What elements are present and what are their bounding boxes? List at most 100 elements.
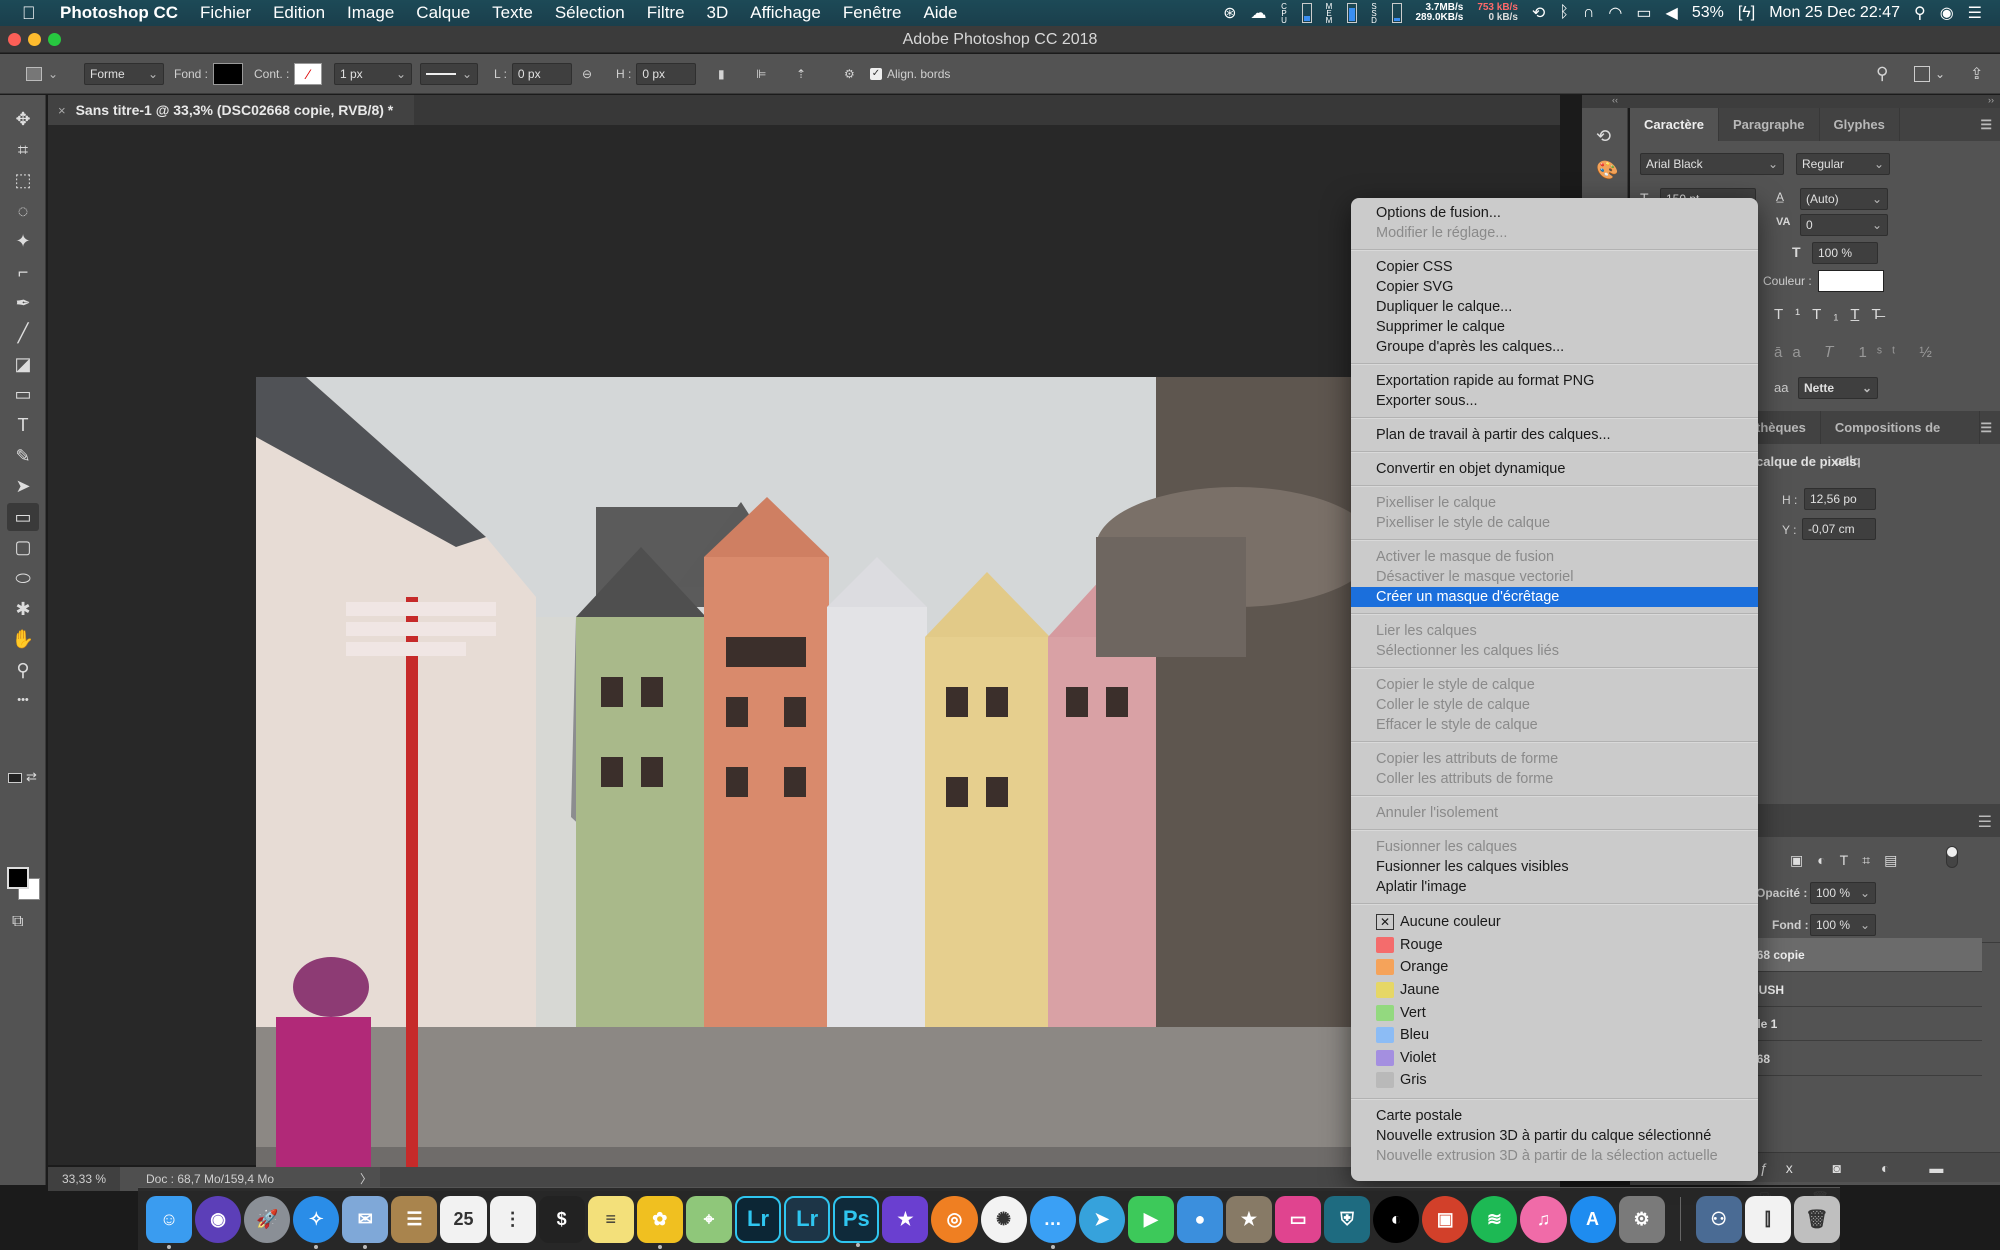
menu-item[interactable]: Dupliquer le calque... [1351,297,1758,317]
dock-pastebot-icon[interactable]: ◎ [931,1195,978,1243]
menu-calque[interactable]: Calque [416,3,470,23]
dock-dashlane-icon[interactable]: ⛨ [1324,1195,1371,1243]
path-selection-tool-icon[interactable]: ➤ [7,472,39,500]
menu-item-color-vert[interactable]: Vert [1351,1001,1758,1024]
close-document-icon[interactable]: × [58,103,66,118]
opacity-input[interactable]: 100 % [1810,882,1876,904]
artboard-tool-icon[interactable]: ⌗ [7,136,39,164]
eraser-tool-icon[interactable]: ◪ [7,350,39,378]
y-field[interactable]: -0,07 cm [1802,518,1876,540]
text-style-buttons[interactable]: T¹T₁T̲T̶ [1774,306,1893,323]
stroke-type-select[interactable] [420,63,478,85]
collapse-panels-icon[interactable]: ‹‹ [1612,95,1618,105]
menu-edition[interactable]: Edition [273,3,325,23]
dock-finder-icon[interactable]: ☺ [146,1195,193,1249]
zoom-window-button[interactable] [48,33,61,46]
default-colors-icon[interactable] [8,773,22,783]
vpn-icon[interactable]: ∩ [1583,4,1595,22]
menu-3d[interactable]: 3D [707,3,729,23]
menu-item[interactable]: Supprimer le calque [1351,317,1758,337]
apple-menu-icon[interactable]:  [22,3,44,24]
airplay-icon[interactable]: ▭ [1636,3,1651,23]
notification-center-icon[interactable]: ☰ [1968,3,1982,23]
menu-item[interactable]: Créer un masque d'écrêtage [1351,587,1758,607]
menu-item[interactable]: Copier SVG [1351,277,1758,297]
ellipse-tool-icon[interactable]: ⬭ [7,564,39,592]
gradient-tool-icon[interactable]: ▭ [7,380,39,408]
search-icon[interactable]: ⚲ [1876,62,1888,86]
menu-item-color-jaune[interactable]: Jaune [1351,979,1758,1002]
canvas-area[interactable] [48,125,1560,1170]
time-machine-icon[interactable]: ⟲ [1532,3,1545,23]
menu-item-color-bleu[interactable]: Bleu [1351,1024,1758,1047]
tracking-input[interactable]: 0 [1800,214,1888,236]
dock-downloads-stack-icon[interactable]: ⫿ [1744,1195,1791,1243]
text-color-swatch[interactable] [1818,270,1884,292]
ssd-meter[interactable] [1391,3,1402,23]
dock-maps-icon[interactable]: ⌖ [685,1195,732,1243]
tab-glyphes[interactable]: Glyphes [1820,108,1900,141]
panel-menu-icon[interactable]: ☰ [1980,108,2000,141]
align-edges-checkbox[interactable]: ✓ [870,68,882,80]
menu-fenetre[interactable]: Fenêtre [843,3,902,23]
spotlight-icon[interactable]: ⚲ [1914,3,1926,23]
dock-messages-icon[interactable]: … [1029,1195,1076,1249]
menu-aide[interactable]: Aide [923,3,957,23]
menu-item[interactable]: Copier CSS [1351,257,1758,277]
dock-contacts-icon[interactable]: ☰ [391,1195,438,1243]
height-field[interactable]: 12,56 po [1804,488,1876,510]
workspace-switcher[interactable]: ⌄ [1914,62,1945,86]
tab-compositions[interactable]: Compositions de calq [1821,411,1981,468]
battery-icon[interactable]: [ϟ] [1738,4,1755,22]
menu-texte[interactable]: Texte [492,3,533,23]
menu-item[interactable]: Groupe d'après les calques... [1351,337,1758,357]
menu-affichage[interactable]: Affichage [750,3,821,23]
wifi-icon[interactable]: ◠ [1608,3,1622,23]
lasso-tool-icon[interactable]: ◌ [7,197,39,225]
height-input[interactable]: 0 px [636,63,697,85]
type-tool-icon[interactable]: T [7,411,39,439]
path-arrangement-icon[interactable]: ⇡ [796,67,806,81]
menu-item[interactable]: Exporter sous... [1351,391,1758,411]
menu-item[interactable]: Fusionner les calques visibles [1351,857,1758,877]
menu-item[interactable]: Nouvelle extrusion 3D à partir du calque… [1351,1126,1758,1146]
dock-unknown-icon[interactable]: ◐ [1373,1195,1420,1243]
screen-mode-icon[interactable]: ⧉ [12,913,23,931]
swap-colors-icon[interactable]: ⇄ [26,769,37,785]
dock-terminal-icon[interactable]: $ [538,1195,585,1243]
menu-item-color-rouge[interactable]: Rouge [1351,934,1758,957]
history-icon[interactable]: ⟲ [1596,126,1611,147]
mem-meter[interactable] [1346,3,1357,23]
menu-image[interactable]: Image [347,3,394,23]
fill-color-swatch[interactable] [213,63,244,85]
horizontal-scale-input[interactable]: 100 % [1812,242,1878,264]
menu-item[interactable]: Convertir en objet dynamique [1351,459,1758,479]
tab-paragraphe[interactable]: Paragraphe [1719,108,1820,141]
dock-imovie-icon[interactable]: ★ [882,1195,929,1243]
path-operations-icon[interactable]: ▮ [718,67,725,81]
dock-cleanmymac-icon[interactable]: ▭ [1275,1195,1322,1243]
menu-fichier[interactable]: Fichier [200,3,251,23]
rectangle-tool-icon[interactable]: ▭ [7,502,39,531]
rounded-rectangle-tool-icon[interactable]: ▢ [7,533,39,561]
marquee-tool-icon[interactable]: ⬚ [7,166,39,194]
more-tools-icon[interactable]: ••• [7,686,39,714]
clock[interactable]: Mon 25 Dec 22:47 [1769,4,1900,22]
font-style-select[interactable]: Regular [1796,153,1890,175]
battery-percent[interactable]: 53% [1692,4,1724,22]
canvas-photo[interactable] [256,377,1406,1170]
layer-filter-icons[interactable]: ▣◐T⌗▤ [1790,852,1911,869]
magic-wand-tool-icon[interactable]: ✦ [7,227,39,255]
fill-opacity-input[interactable]: 100 % [1810,914,1876,936]
dock-photoshop-icon[interactable]: Ps [833,1195,880,1247]
shape-mode-select[interactable]: Forme [84,63,164,85]
creative-cloud-icon[interactable]: ⊛ [1223,3,1236,23]
expand-panels-icon[interactable]: ›› [1988,95,1994,105]
move-tool-icon[interactable]: ✥ [7,105,39,133]
dock-tweetbot-icon[interactable]: ● [1176,1195,1223,1243]
stroke-width-input[interactable]: 1 px [334,63,412,85]
dock-itunes-icon[interactable]: ♫ [1520,1195,1567,1243]
network-stats-2[interactable]: 753 kB/s 0 kB/s [1477,3,1518,23]
menu-item[interactable]: Exportation rapide au format PNG [1351,371,1758,391]
stroke-color-swatch[interactable]: ⁄ [294,63,323,85]
